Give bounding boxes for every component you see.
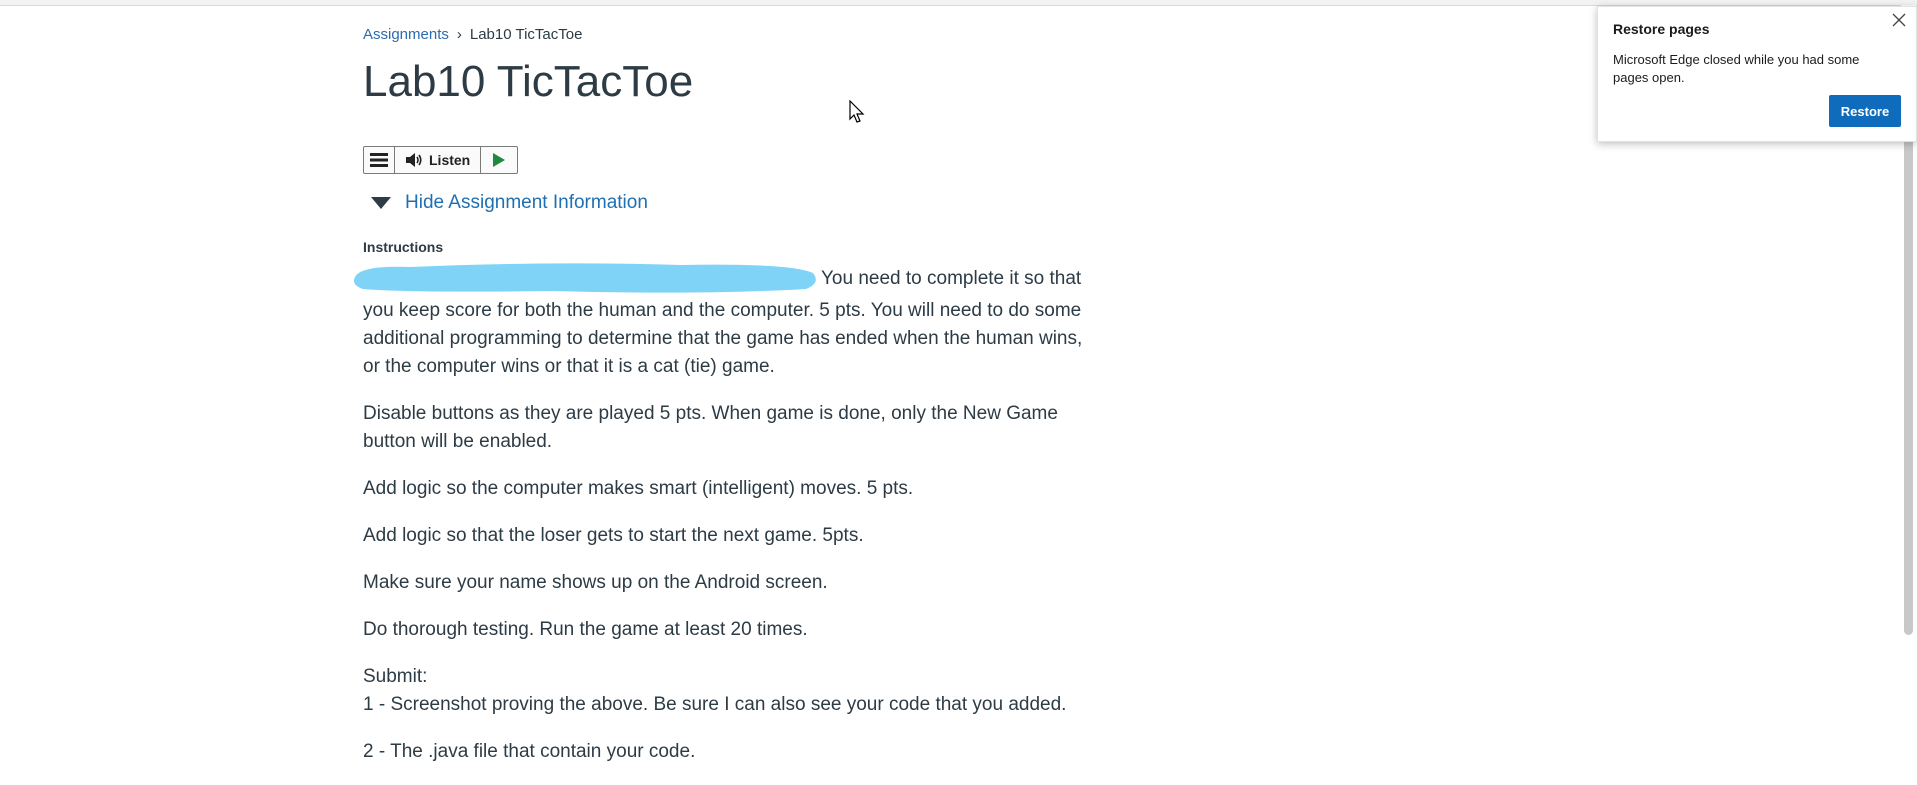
scrollbar-thumb[interactable]: [1904, 105, 1913, 635]
instruction-paragraph: Make sure your name shows up on the Andr…: [363, 572, 828, 593]
assignment-content: Assignments › Lab10 TicTacToe Lab10 TicTac…: [354, 24, 1093, 785]
submit-heading: Submit:: [363, 666, 428, 687]
listen-label: Listen: [429, 152, 471, 168]
instruction-paragraph: Add logic so that the loser gets to star…: [363, 525, 864, 546]
instructions-body: You need to complete it so that you keep…: [354, 261, 1093, 766]
submit-block: Submit: 1 - Screenshot proving the above…: [363, 663, 1093, 719]
instruction-paragraph: You need to complete it so that you keep…: [354, 261, 1093, 381]
readspeaker-toolbar: Listen: [363, 146, 519, 174]
popup-message: Microsoft Edge closed while you had some…: [1613, 52, 1860, 85]
instruction-paragraph: Disable buttons as they are played 5 pts…: [363, 403, 1058, 452]
close-icon[interactable]: [1892, 11, 1906, 32]
play-icon: [493, 153, 506, 167]
popup-title: Restore pages: [1613, 21, 1710, 37]
listen-button[interactable]: Listen: [395, 147, 482, 173]
page-title: Lab10 TicTacToe: [363, 57, 694, 106]
submit-item: 2 - The .java file that contain your cod…: [363, 741, 696, 762]
toggle-label: Hide Assignment Information: [405, 192, 648, 213]
menu-button[interactable]: [364, 147, 395, 173]
redaction-scribble: [354, 263, 816, 293]
caret-down-icon: [371, 197, 391, 209]
mouse-cursor-icon: [849, 100, 865, 123]
breadcrumb-separator: ›: [456, 26, 462, 43]
submit-item: 1 - Screenshot proving the above. Be sur…: [363, 694, 1067, 715]
instructions-label: Instructions: [363, 239, 444, 255]
breadcrumb-assignments-link[interactable]: Assignments: [363, 26, 449, 43]
speaker-icon: [406, 153, 422, 167]
hide-assignment-info-toggle[interactable]: Hide Assignment Information: [363, 192, 1093, 214]
play-button[interactable]: [481, 147, 517, 173]
restore-button[interactable]: Restore: [1829, 95, 1901, 127]
instruction-paragraph: Do thorough testing. Run the game at lea…: [363, 619, 808, 640]
restore-pages-popup: Restore pages Microsoft Edge closed whil…: [1597, 6, 1917, 142]
breadcrumb-current: Lab10 TicTacToe: [469, 26, 583, 43]
breadcrumb: Assignments › Lab10 TicTacToe: [363, 24, 1093, 46]
hamburger-icon: [370, 153, 388, 167]
instruction-paragraph: Add logic so the computer makes smart (i…: [363, 478, 914, 499]
